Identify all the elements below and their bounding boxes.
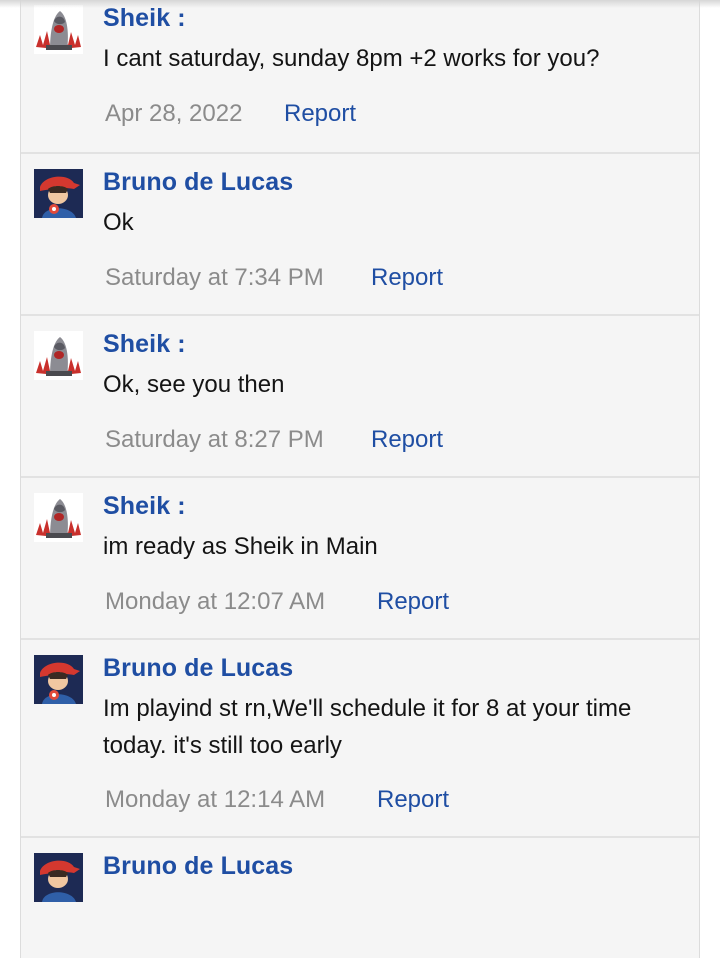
- post-timestamp[interactable]: Apr 28, 2022: [105, 100, 242, 128]
- message-text: Im playind st rn,We'll schedule it for 8…: [103, 695, 632, 759]
- sheik-avatar-icon[interactable]: [34, 493, 83, 542]
- author-name-link[interactable]: Sheik :: [103, 492, 186, 521]
- report-link[interactable]: Report: [371, 426, 443, 454]
- message-text: Ok, see you then: [103, 371, 285, 398]
- sheik-avatar-icon[interactable]: [34, 331, 83, 380]
- message-post: Sheik : I cant saturday, sunday 8pm +2 w…: [21, 0, 699, 154]
- message-text: Ok: [103, 209, 134, 236]
- post-timestamp[interactable]: Monday at 12:14 AM: [105, 786, 325, 814]
- message-post: Sheik : im ready as Sheik in Main Monday…: [21, 478, 699, 640]
- message-post: Bruno de Lucas Im playind st rn,We'll sc…: [21, 640, 699, 838]
- bruno-avatar-icon[interactable]: [34, 169, 83, 218]
- message-post: Bruno de Lucas Ok Saturday at 7:34 PM Re…: [21, 154, 699, 316]
- author-name-link[interactable]: Sheik :: [103, 330, 186, 359]
- conversation-thread: Sheik : I cant saturday, sunday 8pm +2 w…: [20, 0, 700, 958]
- author-name-link[interactable]: Sheik :: [103, 4, 186, 33]
- author-name-link[interactable]: Bruno de Lucas: [103, 852, 293, 881]
- post-timestamp[interactable]: Monday at 12:07 AM: [105, 588, 325, 616]
- message-text: I cant saturday, sunday 8pm +2 works for…: [103, 45, 600, 72]
- top-shadow: [0, 0, 720, 8]
- post-timestamp[interactable]: Saturday at 7:34 PM: [105, 264, 324, 292]
- author-name-link[interactable]: Bruno de Lucas: [103, 654, 293, 683]
- author-name-link[interactable]: Bruno de Lucas: [103, 168, 293, 197]
- report-link[interactable]: Report: [371, 264, 443, 292]
- report-link[interactable]: Report: [284, 100, 356, 128]
- post-timestamp[interactable]: Saturday at 8:27 PM: [105, 426, 324, 454]
- message-post: Bruno de Lucas: [21, 838, 699, 958]
- message-text: im ready as Sheik in Main: [103, 533, 378, 560]
- sheik-avatar-icon[interactable]: [34, 5, 83, 54]
- report-link[interactable]: Report: [377, 786, 449, 814]
- bruno-avatar-icon[interactable]: [34, 853, 83, 902]
- report-link[interactable]: Report: [377, 588, 449, 616]
- message-post: Sheik : Ok, see you then Saturday at 8:2…: [21, 316, 699, 478]
- bruno-avatar-icon[interactable]: [34, 655, 83, 704]
